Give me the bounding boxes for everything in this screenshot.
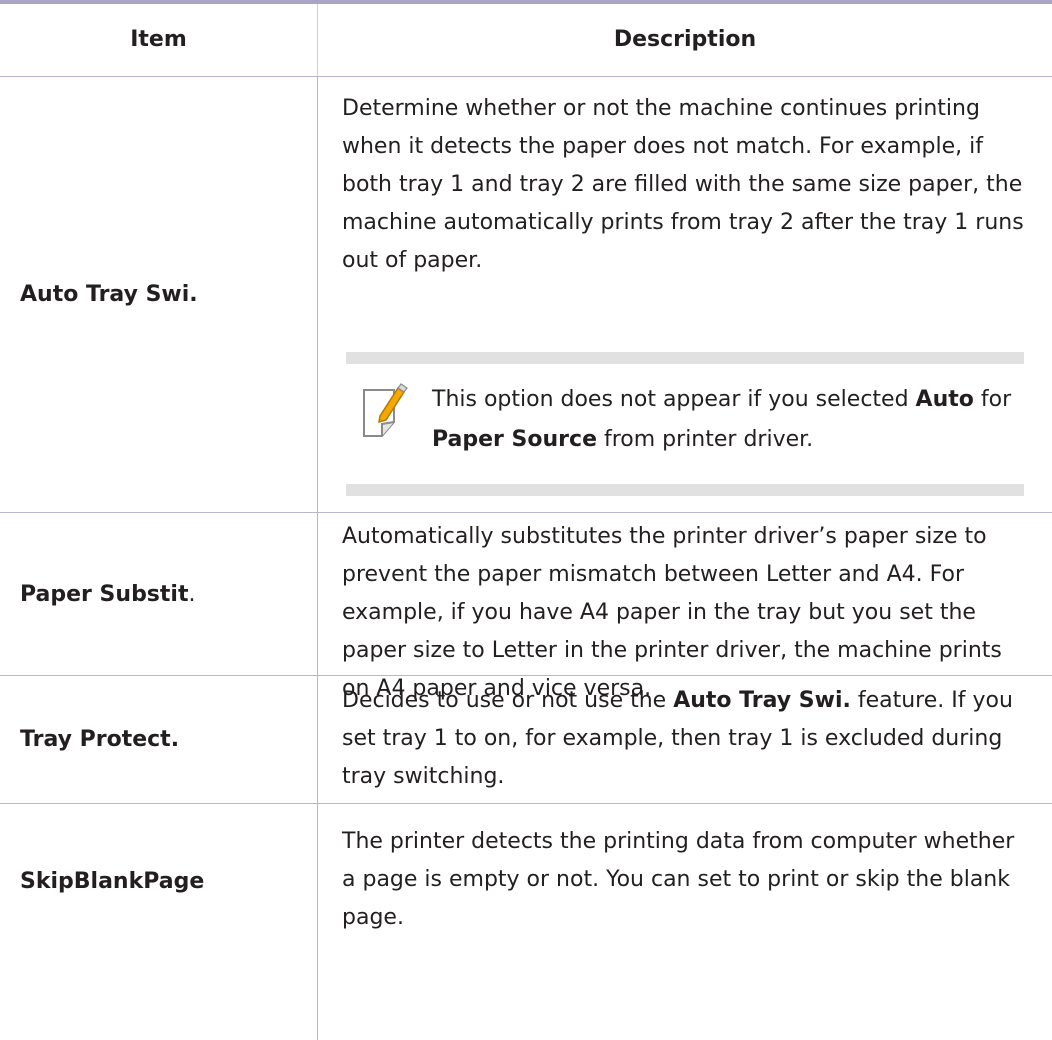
- row-description-skip-blank-page: The printer detects the printing data fr…: [342, 829, 1015, 930]
- description-text-pre: Decides to use or not use the: [342, 688, 674, 713]
- description-bold-auto-tray: Auto Tray Swi.: [673, 688, 851, 713]
- row-item-paper-substit: Paper Substit.: [20, 513, 310, 675]
- column-divider: [317, 676, 318, 803]
- item-label-suffix: .: [188, 581, 196, 607]
- note-text-pre: This option does not appear if you selec…: [432, 387, 916, 412]
- row-description-tray-protect: Decides to use or not use the Auto Tray …: [342, 682, 1032, 796]
- note-box: This option does not appear if you selec…: [346, 352, 1024, 496]
- note-text-post: from printer driver.: [597, 427, 814, 452]
- note-bold-paper-source: Paper Source: [432, 427, 597, 452]
- note-pencil-icon: [363, 383, 408, 437]
- note-text-mid: for: [973, 387, 1012, 412]
- note-bold-auto: Auto: [915, 387, 974, 412]
- table-header-row: Item Description: [0, 4, 1052, 77]
- item-label: SkipBlankPage: [20, 869, 205, 894]
- table-row: Auto Tray Swi. Determine whether or not …: [0, 77, 1052, 513]
- column-divider: [317, 513, 318, 675]
- table-row: SkipBlankPage The printer detects the pr…: [0, 804, 1052, 1040]
- note-text: This option does not appear if you selec…: [432, 380, 1022, 460]
- header-item: Item: [130, 27, 187, 52]
- item-label: Tray Protect.: [20, 727, 180, 752]
- row-item-skip-blank-page: SkipBlankPage: [20, 804, 310, 959]
- column-divider: [317, 77, 318, 512]
- column-divider: [317, 804, 318, 1040]
- row-item-tray-protect: Tray Protect.: [20, 676, 310, 803]
- item-label: Paper Substit: [20, 581, 189, 607]
- header-description: Description: [613, 27, 757, 52]
- row-item-auto-tray: Auto Tray Swi.: [20, 77, 310, 512]
- table-row: Tray Protect. Decides to use or not use …: [0, 676, 1052, 804]
- item-label: Auto Tray Swi.: [20, 282, 198, 307]
- table-row: Paper Substit. Automatically substitutes…: [0, 513, 1052, 701]
- row-description-auto-tray: Determine whether or not the machine con…: [342, 96, 1024, 273]
